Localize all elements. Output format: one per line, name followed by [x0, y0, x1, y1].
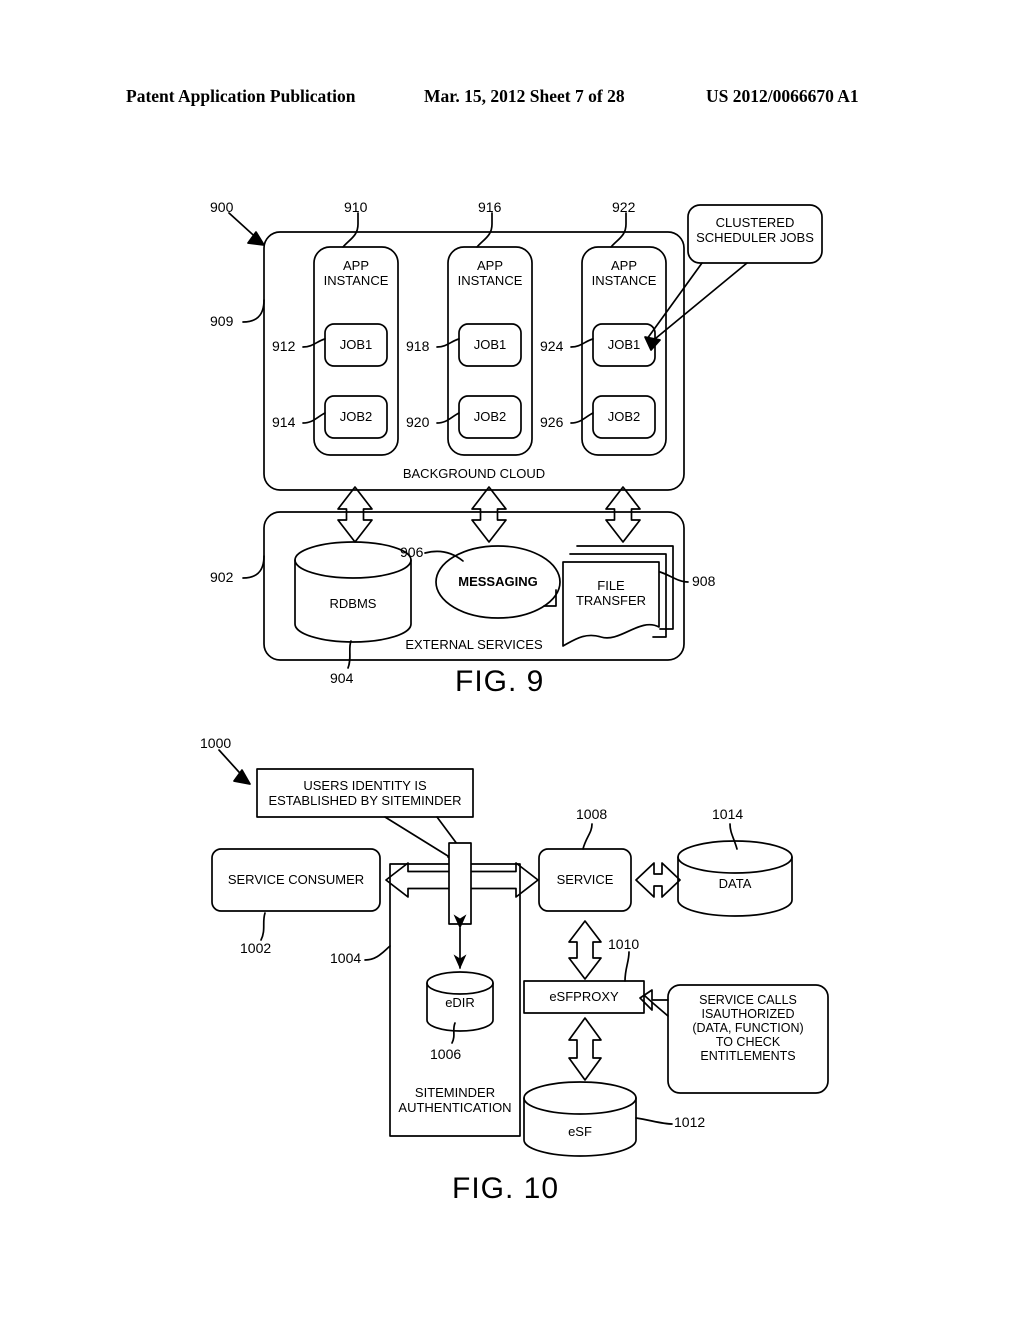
background-cloud-label: BACKGROUND CLOUD: [402, 466, 546, 481]
refnum-926: 926: [540, 414, 564, 430]
refnum-900: 900: [210, 199, 234, 215]
external-services-label: EXTERNAL SERVICES: [405, 637, 543, 652]
service-label: SERVICE: [556, 872, 614, 887]
esf-cylinder-top: [523, 1081, 637, 1115]
identity-pointer-a: [384, 816, 457, 862]
job-label-914: JOB2: [339, 409, 373, 424]
refnum-1012: 1012: [674, 1114, 706, 1130]
refnum-912: 912: [272, 338, 296, 354]
app-instance-label-1: APP INSTANCE: [323, 258, 389, 288]
leader-1002: [260, 912, 266, 941]
refnum-1004: 1004: [330, 950, 362, 966]
refnum-1010: 1010: [608, 936, 640, 952]
job-label-918: JOB1: [473, 337, 507, 352]
refnum-1006: 1006: [430, 1046, 462, 1062]
job-label-920: JOB2: [473, 409, 507, 424]
refnum-909: 909: [210, 313, 234, 329]
leader-1006: [451, 1022, 456, 1044]
refnum-1008: 1008: [576, 806, 608, 822]
leader-1010: [624, 951, 630, 982]
leader-1012: [635, 1117, 673, 1125]
block-arrow-service-data: [635, 862, 681, 898]
refnum-914: 914: [272, 414, 296, 430]
callout-users-identity-label: USERS IDENTITY IS ESTABLISHED BY SITEMIN…: [268, 778, 462, 808]
siteminder-authentication-label: SITEMINDER AUTHENTICATION: [398, 1085, 512, 1115]
job-label-912: JOB1: [339, 337, 373, 352]
messaging-label: MESSAGING: [458, 574, 538, 589]
block-arrow-service-proxy: [568, 920, 602, 980]
leader-910: [342, 212, 359, 248]
file-transfer-label: FILE TRANSFER: [575, 578, 647, 608]
leader-1004: [364, 945, 391, 961]
leader-1014: [729, 823, 738, 850]
figure-9-caption: FIG. 9: [455, 665, 545, 698]
refnum-1014: 1014: [712, 806, 744, 822]
rdbms-cylinder-top: [294, 541, 412, 579]
publication-type: Patent Application Publication: [126, 86, 356, 106]
leader-900-head: [247, 231, 265, 246]
leader-916: [476, 212, 493, 248]
refnum-904: 904: [330, 670, 354, 686]
publication-header: Patent Application Publication Mar. 15, …: [0, 86, 1024, 110]
refnum-916: 916: [478, 199, 502, 215]
leader-909: [242, 299, 265, 323]
job-label-924: JOB1: [607, 337, 641, 352]
refnum-918: 918: [406, 338, 430, 354]
refnum-920: 920: [406, 414, 430, 430]
refnum-1002: 1002: [240, 940, 272, 956]
refnum-922: 922: [612, 199, 636, 215]
refnum-902: 902: [210, 569, 234, 585]
publication-number: US 2012/0066670 A1: [706, 86, 859, 106]
callout-entitlements-label: SERVICE CALLS ISAUTHORIZED (DATA, FUNCTI…: [692, 993, 804, 1063]
data-cylinder-top: [677, 840, 793, 874]
publication-date-sheet: Mar. 15, 2012 Sheet 7 of 28: [424, 86, 625, 106]
edir-label: eDIR: [445, 995, 475, 1010]
rdbms-label: RDBMS: [329, 596, 377, 611]
block-arrow-proxy-esf: [568, 1017, 602, 1081]
leader-922: [610, 212, 627, 248]
block-arrow-vertical-2: [471, 486, 507, 543]
app-instance-label-2: APP INSTANCE: [457, 258, 523, 288]
refnum-1000: 1000: [200, 735, 232, 751]
callout-clustered-scheduler-jobs-label: CLUSTERED SCHEDULER JOBS: [696, 215, 814, 245]
leader-902: [242, 555, 265, 579]
job-label-926: JOB2: [607, 409, 641, 424]
data-label: DATA: [718, 876, 752, 891]
siteminder-gate-bar: [448, 842, 472, 925]
esf-label: eSF: [568, 1124, 592, 1139]
patent-drawing-page: Patent Application Publication Mar. 15, …: [0, 0, 1024, 1320]
leader-1008: [582, 823, 593, 850]
service-consumer-label: SERVICE CONSUMER: [227, 872, 365, 887]
leader-1000-head: [233, 769, 251, 785]
refnum-908: 908: [692, 573, 716, 589]
refnum-924: 924: [540, 338, 564, 354]
refnum-906: 906: [400, 544, 424, 560]
leader-904: [347, 640, 352, 669]
block-arrow-vertical-3: [605, 486, 641, 543]
leader-906: [424, 550, 464, 562]
figure-10-caption: FIG. 10: [452, 1172, 560, 1205]
app-instance-label-3: APP INSTANCE: [591, 258, 657, 288]
drawing-geometry: [211, 204, 829, 1157]
block-arrow-vertical-1: [337, 486, 373, 543]
edir-cylinder-top: [426, 971, 494, 995]
esfproxy-label: eSFPROXY: [549, 989, 619, 1004]
refnum-910: 910: [344, 199, 368, 215]
